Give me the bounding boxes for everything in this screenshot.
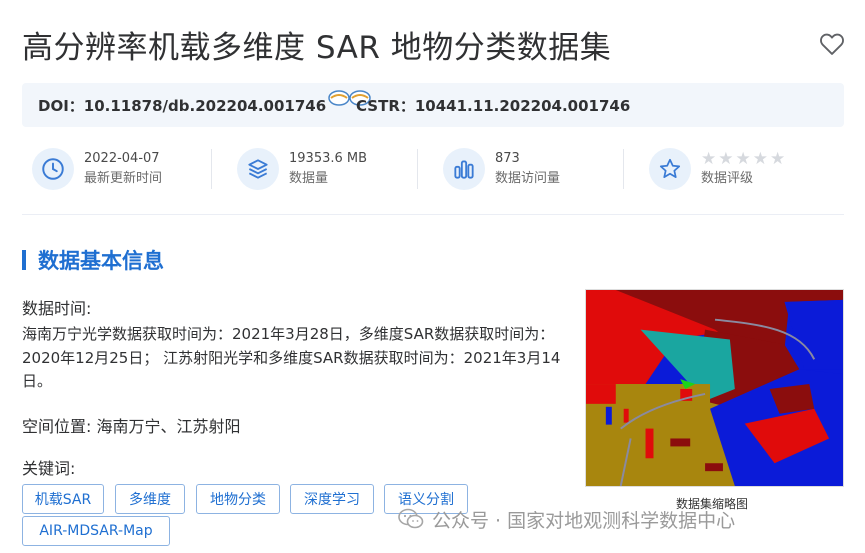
doi-text[interactable]: DOI：10.11878/db.202204.001746 [38, 95, 326, 116]
stat-update-time: 2022-04-07 最新更新时间 [32, 143, 162, 195]
page-title: 高分辨率机载多维度 SAR 地物分类数据集 [22, 30, 612, 66]
keywords-label: 关键词: [22, 459, 76, 478]
data-time-label: 数据时间: [22, 299, 92, 318]
keyword-tag[interactable]: AIR-MDSAR-Map [22, 516, 170, 546]
stat-divider [623, 149, 624, 189]
watermark-text: 公众号 · 国家对地观测科学数据中心 [432, 509, 736, 532]
watermark: 公众号 · 国家对地观测科学数据中心 [398, 507, 736, 532]
favorite-heart-icon[interactable] [818, 30, 846, 58]
clock-icon [32, 148, 74, 190]
section-header: 数据基本信息 [22, 248, 164, 273]
stat-divider [211, 149, 212, 189]
section-divider [22, 214, 844, 215]
stats-row: 2022-04-07 最新更新时间 19353.6 MB 数据量 873 数据访… [22, 143, 844, 195]
dataset-thumbnail[interactable] [585, 289, 844, 487]
keyword-tag[interactable]: 地物分类 [196, 484, 280, 514]
data-time-text: 海南万宁光学数据获取时间为：2021年3月28日，多维度SAR数据获取时间为：2… [22, 325, 561, 390]
identifier-bar: DOI：10.11878/db.202204.001746 CSTR：10441… [22, 83, 844, 127]
section-accent-bar [22, 250, 26, 270]
section-title: 数据基本信息 [38, 249, 164, 273]
stat-value: 19353.6 MB [289, 151, 368, 166]
bar-chart-icon [443, 148, 485, 190]
layers-icon [237, 148, 279, 190]
location-label: 空间位置: [22, 417, 92, 436]
keyword-tag[interactable]: 机载SAR [22, 484, 104, 514]
cstr-text[interactable]: CSTR：10441.11.202204.001746 [356, 95, 630, 116]
stat-visits: 873 数据访问量 [443, 143, 560, 195]
rating-star-icon[interactable]: ★ [770, 150, 785, 168]
rating-star-icon[interactable]: ★ [718, 150, 733, 168]
rating-star-icon[interactable]: ★ [736, 150, 751, 168]
stat-value: 873 [495, 151, 520, 166]
location-value: 海南万宁、江苏射阳 [96, 417, 241, 436]
keyword-tag[interactable]: 多维度 [115, 484, 185, 514]
stat-data-size: 19353.6 MB 数据量 [237, 143, 367, 195]
stat-rating: ★ ★ ★ ★ ★ 数据评级 [649, 143, 785, 195]
stat-label: 数据评级 [701, 171, 754, 186]
star-icon [649, 148, 691, 190]
rating-star-icon[interactable]: ★ [701, 150, 716, 168]
stat-divider [417, 149, 418, 189]
stat-label: 数据量 [289, 171, 329, 186]
stat-value: 2022-04-07 [84, 151, 160, 166]
stat-label: 数据访问量 [495, 171, 561, 186]
wechat-icon [398, 508, 424, 529]
keyword-tag[interactable]: 深度学习 [290, 484, 374, 514]
location-row: 空间位置: 海南万宁、江苏射阳 [22, 413, 241, 437]
stat-label: 最新更新时间 [84, 171, 163, 186]
rating-stars[interactable]: ★ ★ ★ ★ ★ [701, 149, 785, 169]
rating-star-icon[interactable]: ★ [753, 150, 768, 168]
